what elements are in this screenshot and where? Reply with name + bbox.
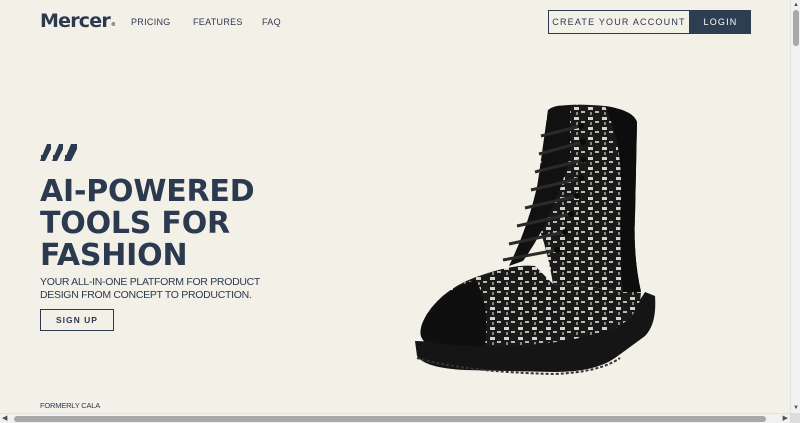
nav-features[interactable]: FEATURES — [193, 17, 243, 27]
hero-title: AI-POWERED TOOLS FOR FASHION — [40, 176, 340, 272]
hero-subtitle: YOUR ALL-IN-ONE PLATFORM FOR PRODUCT DES… — [40, 276, 260, 302]
formerly-note: FORMERLY CALA — [40, 401, 101, 410]
logo-registered-mark: ® — [110, 22, 116, 28]
scrollbar-corner — [790, 413, 800, 423]
login-button[interactable]: LOGIN — [690, 10, 751, 34]
scroll-left-arrow-icon[interactable]: ◀ — [2, 415, 7, 423]
vertical-scrollbar[interactable]: ▲ ▼ — [790, 0, 800, 413]
nav-pricing[interactable]: PRICING — [131, 17, 171, 27]
scroll-up-arrow-icon[interactable]: ▲ — [793, 2, 799, 8]
logo-text: Mercer — [40, 10, 111, 32]
hero-title-line-1: AI-POWERED — [40, 174, 255, 209]
vertical-scroll-thumb[interactable] — [793, 10, 799, 46]
signup-button[interactable]: SIGN UP — [40, 309, 114, 331]
horizontal-scroll-thumb[interactable] — [14, 416, 766, 422]
scroll-down-arrow-icon[interactable]: ▼ — [793, 405, 799, 411]
hero-title-line-3: FASHION — [40, 238, 188, 273]
brand-slashes-icon — [40, 143, 78, 166]
page: Mercer® PRICING FEATURES FAQ CREATE YOUR… — [0, 0, 790, 413]
create-account-button[interactable]: CREATE YOUR ACCOUNT — [548, 10, 690, 34]
combat-boot-image — [405, 96, 665, 382]
mercer-logo[interactable]: Mercer® — [40, 10, 116, 32]
hero-subtitle-line-1: YOUR ALL-IN-ONE PLATFORM FOR PRODUCT — [40, 276, 261, 288]
hero-title-line-2: TOOLS FOR — [40, 206, 230, 241]
horizontal-scrollbar[interactable]: ◀ ▶ — [0, 413, 790, 423]
hero-subtitle-line-2: DESIGN FROM CONCEPT TO PRODUCTION. — [40, 289, 252, 301]
scroll-right-arrow-icon[interactable]: ▶ — [783, 415, 788, 423]
nav-faq[interactable]: FAQ — [262, 17, 281, 27]
